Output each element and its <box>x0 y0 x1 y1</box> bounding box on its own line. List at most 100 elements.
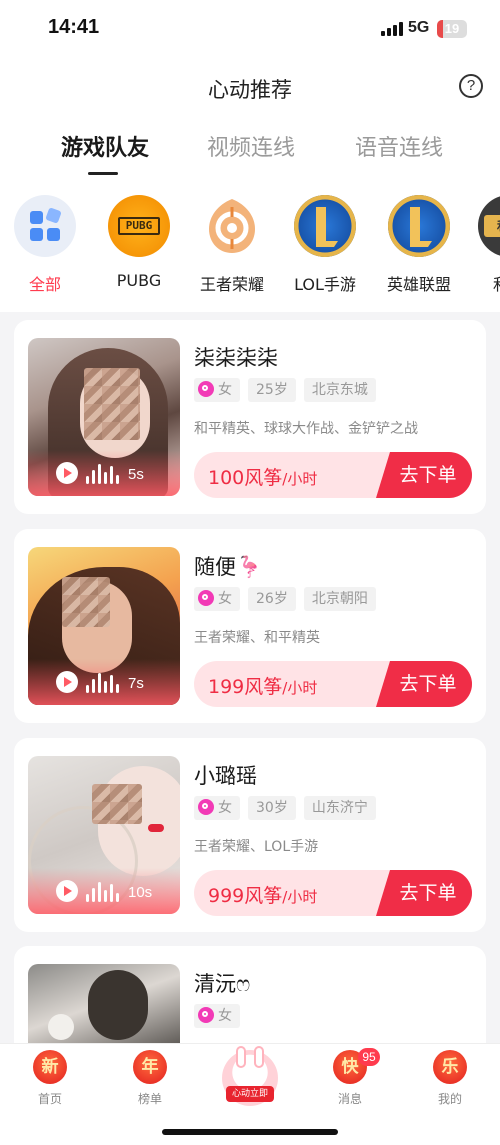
blurred-face <box>92 784 142 824</box>
category-label: PUBG <box>116 271 162 290</box>
gender-tag: 女 <box>194 587 240 611</box>
price-unit: /小时 <box>282 888 318 906</box>
companion-photo[interactable]: 10s <box>28 756 180 914</box>
companion-card[interactable]: 5s 柒柒柒柒 女 25岁 北京东城 和平精英、球球大作战、金铲铲之战 100风… <box>14 320 486 514</box>
gender-tag: 女 <box>194 378 240 402</box>
companion-name: 随便🦩 <box>194 555 263 579</box>
pubg-icon: PUBG <box>108 195 170 257</box>
female-icon <box>198 799 214 815</box>
companion-name: 柒柒柒柒 <box>194 346 278 370</box>
companion-games: 王者荣耀、和平精英 <box>194 630 320 646</box>
companion-tags: 女 30岁 山东济宁 <box>194 796 384 820</box>
category-all[interactable]: 全部 <box>2 195 88 295</box>
tab-bar-top: 游戏队友 视频连线 语音连线 <box>0 130 500 176</box>
category-league-of-legends[interactable]: 英雄联盟 <box>376 195 462 295</box>
tab-home[interactable]: 新 首页 <box>10 1050 90 1107</box>
tab-label: 榜单 <box>137 1092 162 1106</box>
companion-photo[interactable]: 5s <box>28 338 180 496</box>
price-value: 199风筝 <box>208 676 283 698</box>
gender-tag: 女 <box>194 1004 240 1028</box>
tab-ranking[interactable]: 年 榜单 <box>110 1050 190 1107</box>
tab-label: 消息 <box>337 1092 362 1106</box>
voice-intro[interactable]: 5s <box>28 450 180 496</box>
category-label: 和平 <box>466 271 500 295</box>
unread-badge: 95 <box>358 1048 380 1066</box>
location-tag: 北京朝阳 <box>303 587 376 611</box>
category-label: 英雄联盟 <box>386 275 451 294</box>
blurred-face <box>62 577 110 627</box>
tab-messages[interactable]: 快 95 消息 <box>310 1048 390 1107</box>
price-unit: /小时 <box>282 679 318 697</box>
companion-games: 王者荣耀、LOL手游 <box>194 839 319 855</box>
gender-label: 女 <box>218 591 232 607</box>
toy-shape <box>48 1014 74 1040</box>
companion-tags: 女 26岁 北京朝阳 <box>194 587 384 611</box>
center-match-button[interactable]: 心动立即 <box>216 1046 284 1114</box>
home-indicator[interactable] <box>162 1129 338 1135</box>
price: 199风筝/小时 <box>208 672 317 699</box>
center-label: 心动立即 <box>226 1086 274 1102</box>
page-title: 心动推荐 <box>208 78 292 102</box>
tab-voice-call[interactable]: 语音连线 <box>355 130 443 162</box>
companion-photo[interactable]: 7s <box>28 547 180 705</box>
location-tag: 北京东城 <box>303 378 376 402</box>
gender-tag: 女 <box>194 796 240 820</box>
gender-label: 女 <box>218 1008 232 1024</box>
order-button[interactable]: 去下单 <box>376 452 472 498</box>
sound-wave-icon <box>86 462 122 484</box>
price-value: 999风筝 <box>208 885 283 907</box>
female-icon <box>198 381 214 397</box>
network-type: 5G <box>408 19 430 36</box>
voice-duration: 10s <box>128 884 153 901</box>
play-icon[interactable] <box>56 462 78 484</box>
companion-tags: 女 25岁 北京东城 <box>194 378 384 402</box>
signal-icon <box>381 22 403 36</box>
lips-shape <box>148 824 164 832</box>
category-label: LOL手游 <box>294 275 356 294</box>
voice-duration: 7s <box>128 675 144 692</box>
sound-wave-icon <box>86 880 122 902</box>
play-icon[interactable] <box>56 880 78 902</box>
play-icon[interactable] <box>56 671 78 693</box>
category-pubg[interactable]: PUBG PUBG <box>96 195 182 290</box>
age-tag: 30岁 <box>248 796 296 820</box>
question-circle-icon[interactable]: ? <box>459 74 483 98</box>
rabbit-ear <box>254 1046 264 1068</box>
order-bar: 100风筝/小时 去下单 <box>194 452 472 498</box>
tab-label: 首页 <box>37 1092 62 1106</box>
female-icon <box>198 590 214 606</box>
voice-intro[interactable]: 10s <box>28 868 180 914</box>
tab-game-teammates[interactable]: 游戏队友 <box>61 130 149 162</box>
category-label: 王者荣耀 <box>199 275 264 294</box>
profile-icon: 乐 <box>433 1050 467 1084</box>
companion-games: 和平精英、球球大作战、金铲铲之战 <box>194 421 418 437</box>
category-peace-elite[interactable]: 和平 和平 <box>466 195 500 295</box>
companion-card[interactable]: 10s 小璐瑶 女 30岁 山东济宁 王者荣耀、LOL手游 999风筝/小时 去… <box>14 738 486 932</box>
tab-video-call[interactable]: 视频连线 <box>207 130 295 162</box>
companion-tags: 女 <box>194 1004 248 1028</box>
category-honor-of-kings[interactable]: 王者荣耀 <box>189 195 275 295</box>
home-icon: 新 <box>33 1050 67 1084</box>
battery-level: 19 <box>444 21 460 36</box>
order-button[interactable]: 去下单 <box>376 661 472 707</box>
order-button[interactable]: 去下单 <box>376 870 472 916</box>
category-list: 全部 PUBG PUBG 王者荣耀 LOL手游 英雄联盟 <box>0 195 500 305</box>
gender-label: 女 <box>218 382 232 398</box>
battery-icon: 19 <box>437 20 467 38</box>
peace-elite-icon: 和平 <box>478 195 500 257</box>
companion-name: 清沅ෆ <box>194 972 251 996</box>
status-bar: 14:41 5G 19 <box>0 0 500 60</box>
age-tag: 26岁 <box>248 587 296 611</box>
voice-intro[interactable]: 7s <box>28 659 180 705</box>
tab-active-indicator <box>88 172 118 175</box>
companion-name: 小璐瑶 <box>194 764 257 788</box>
companion-card[interactable]: 清沅ෆ 女 <box>14 946 486 1056</box>
voice-duration: 5s <box>128 466 144 483</box>
order-bar: 999风筝/小时 去下单 <box>194 870 472 916</box>
tab-label: 我的 <box>437 1092 462 1106</box>
tab-profile[interactable]: 乐 我的 <box>410 1050 490 1107</box>
league-of-legends-icon <box>388 195 450 257</box>
pubg-logo-text: PUBG <box>118 217 160 235</box>
category-lol-mobile[interactable]: LOL手游 <box>282 195 368 295</box>
companion-card[interactable]: 7s 随便🦩 女 26岁 北京朝阳 王者荣耀、和平精英 199风筝/小时 去下单 <box>14 529 486 723</box>
